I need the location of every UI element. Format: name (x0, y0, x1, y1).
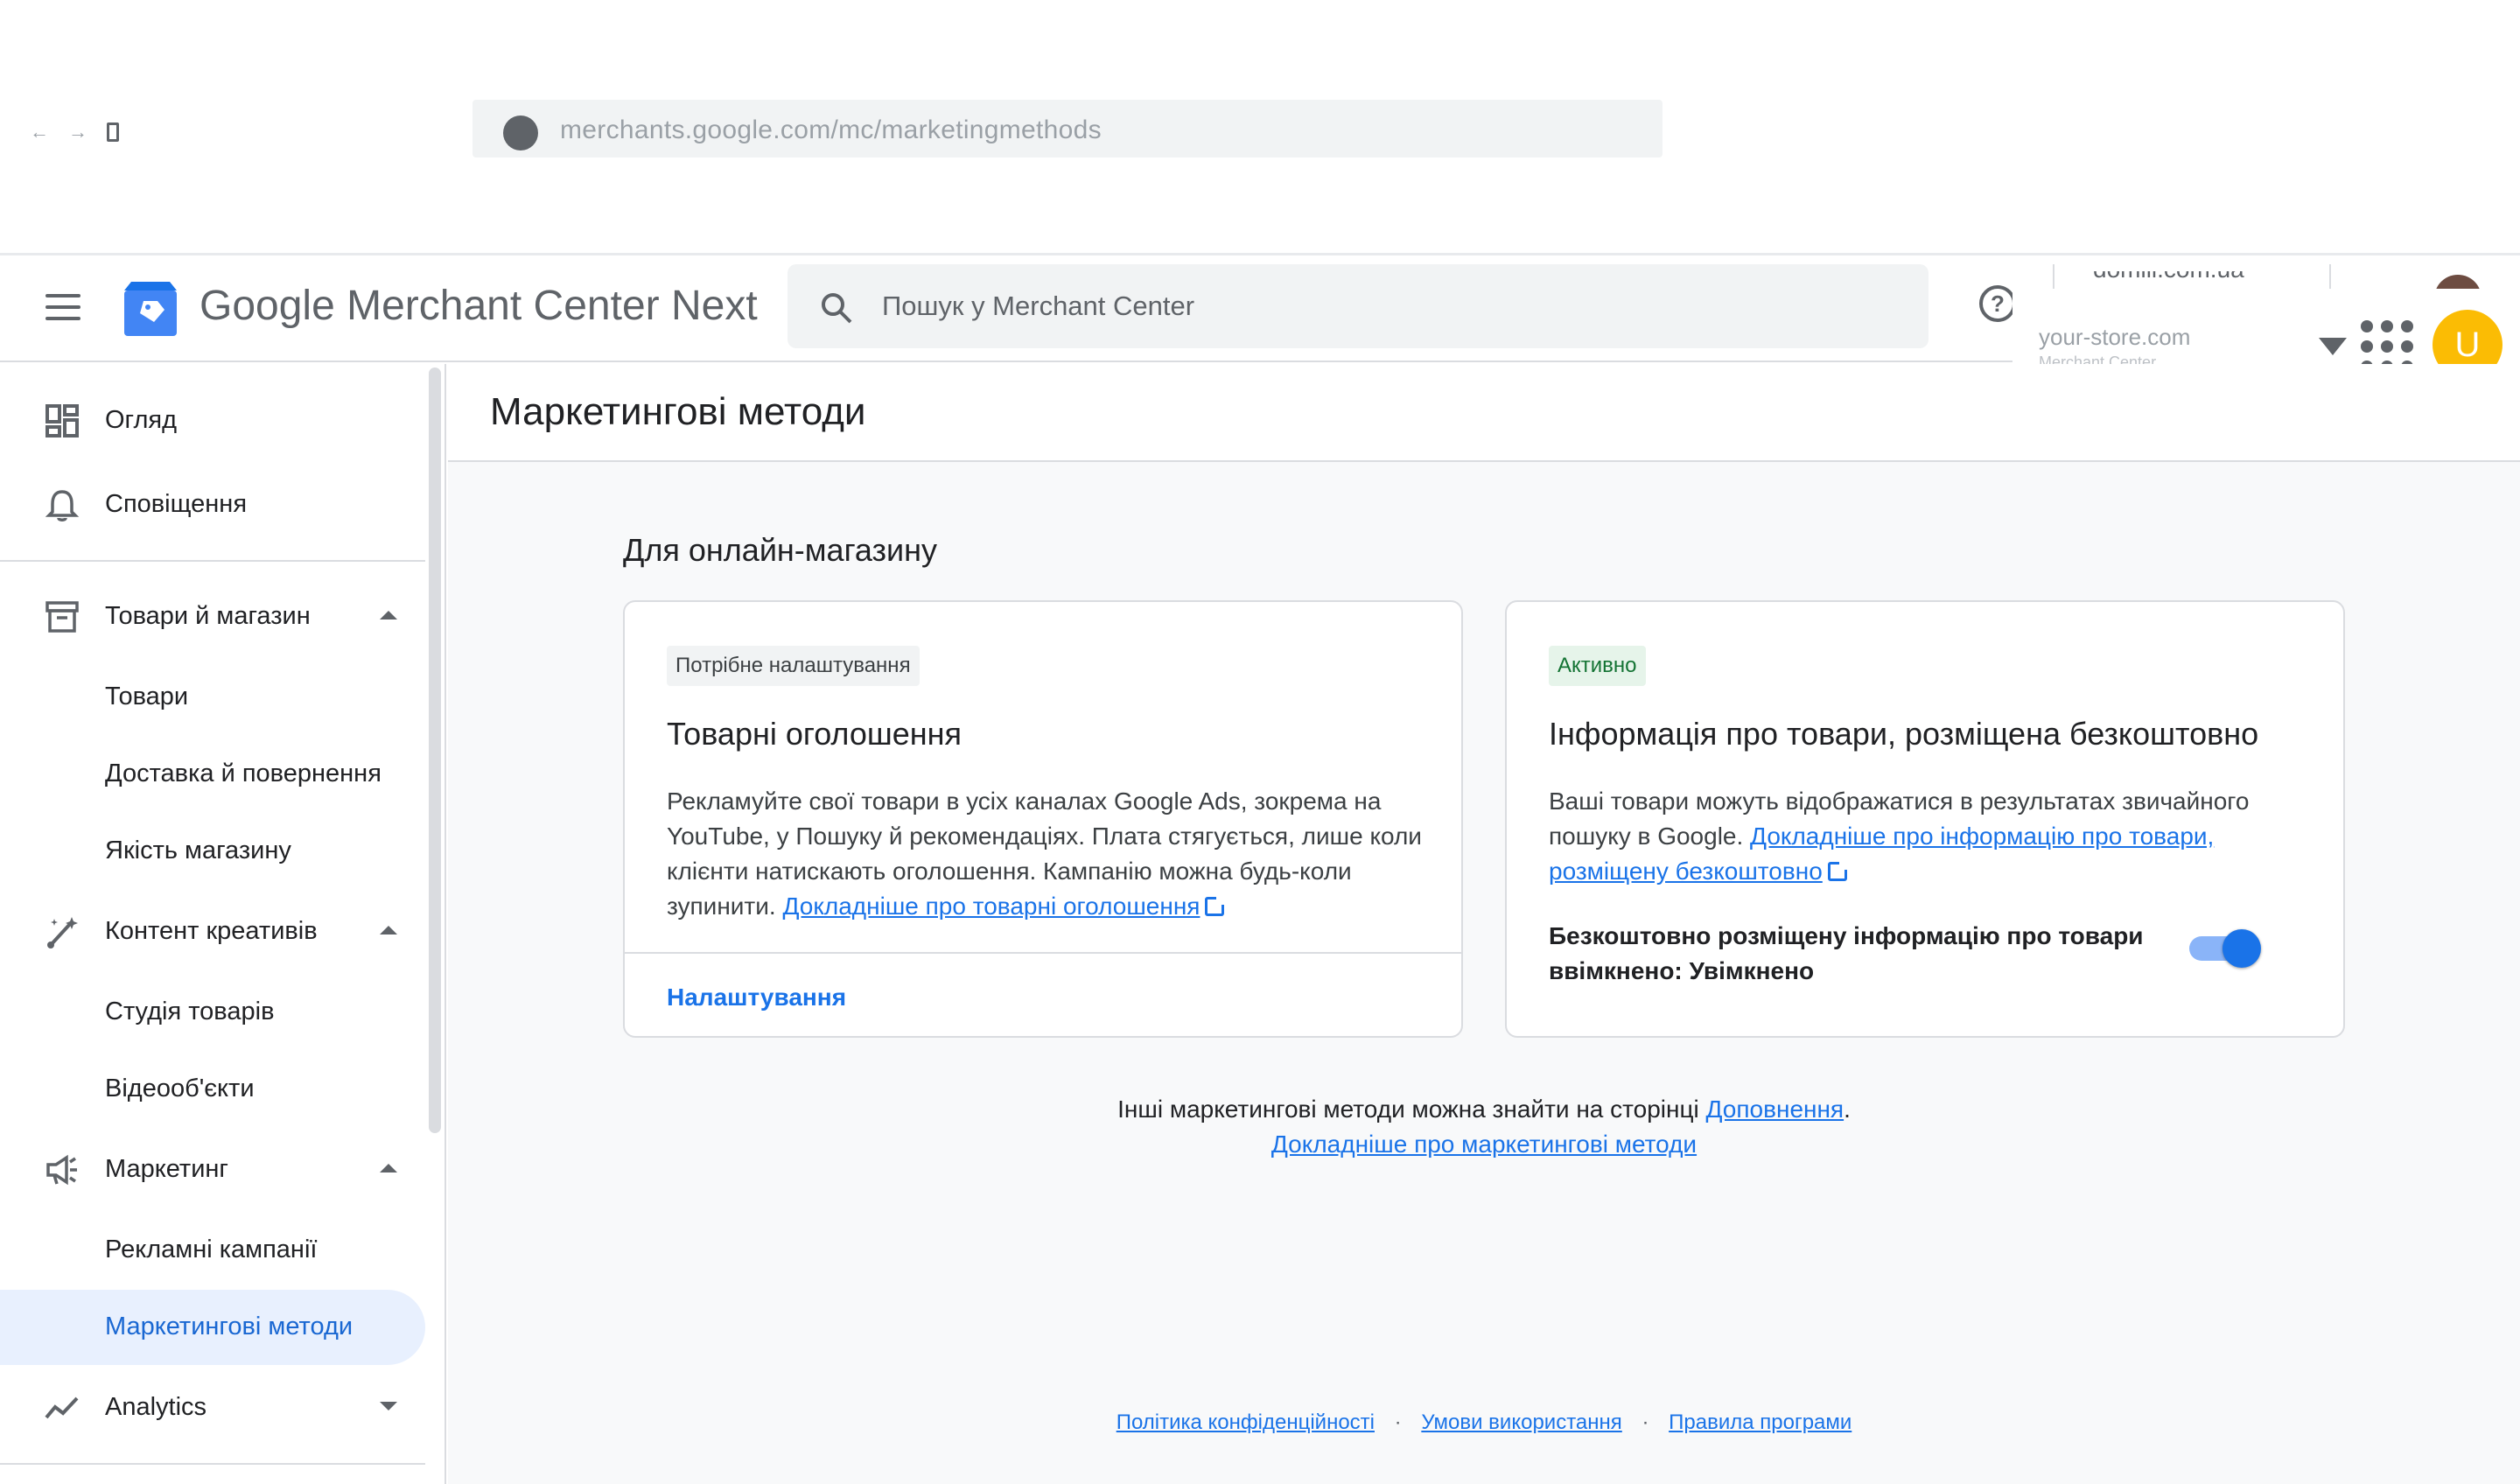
account-name: domili.com.ua (2093, 271, 2244, 284)
card-description: Ваші товари можуть відображатися в резул… (1549, 784, 2319, 889)
free-listings-toggle[interactable] (2189, 929, 2261, 968)
trending-line-icon (45, 1396, 79, 1419)
footer: Політика конфіденційності · Умови викори… (448, 1410, 2520, 1435)
section-title: Для онлайн-магазину (623, 532, 938, 568)
card-free-listings: Активно Інформація про товари, розміщена… (1505, 600, 2345, 1038)
sidebar-item-label: Доставка й повернення (105, 760, 382, 788)
dashboard-icon (46, 404, 79, 438)
page-header: Маркетингові методи (448, 364, 2520, 462)
add-ons-link[interactable]: Доповнення (1706, 1096, 1844, 1123)
help-icon[interactable]: ? (1979, 285, 2016, 322)
merchant-center-logo-icon (124, 282, 177, 336)
tab-icon[interactable] (107, 122, 119, 142)
setup-button[interactable]: Налаштування (667, 984, 846, 1012)
browser-chrome: ← → merchants.google.com/mc/marketingmet… (0, 0, 2520, 256)
sidebar: Огляд Сповіщення Товари й магазин Товари… (0, 364, 446, 1484)
sidebar-item-notifications[interactable]: Сповіщення (0, 467, 425, 542)
search-icon (822, 293, 852, 324)
bell-icon (45, 490, 80, 522)
sidebar-item-video-assets[interactable]: Відеооб'єкти (0, 1052, 425, 1127)
header-divider (2329, 264, 2331, 290)
sidebar-item-label: Якість магазину (105, 836, 291, 864)
sidebar-item-marketing[interactable]: Маркетинг (0, 1132, 425, 1208)
status-badge: Потрібне налаштування (667, 646, 920, 686)
status-badge: Активно (1549, 646, 1646, 686)
address-bar[interactable]: merchants.google.com/mc/marketingmethods (472, 100, 1662, 158)
brand-product: Merchant Center Next (346, 283, 758, 329)
sidebar-item-label: Маркетинг (105, 1155, 228, 1183)
main-content: Маркетингові методи Для онлайн-магазину … (448, 364, 2520, 1484)
footer-separator: · (1394, 1410, 1402, 1434)
other-methods-text: Інші маркетингові методи можна знайти на… (1117, 1096, 1699, 1123)
back-icon[interactable]: ← (30, 121, 49, 144)
brush-sparkle-icon (47, 917, 78, 948)
toggle-knob[interactable] (2222, 929, 2261, 968)
url-text[interactable]: merchants.google.com/mc/marketingmethods (560, 116, 1102, 145)
sidebar-item-product-studio[interactable]: Студія товарів (0, 975, 425, 1050)
learn-more-product-ads-link[interactable]: Докладніше про товарні оголошення (782, 892, 1200, 920)
card-description: Рекламуйте свої товари в усіх каналах Go… (667, 784, 1437, 924)
sidebar-item-products-store[interactable]: Товари й магазин (0, 579, 425, 654)
brand-title[interactable]: Google Merchant Center Next (200, 282, 758, 330)
chevron-up-icon[interactable] (380, 926, 397, 934)
sidebar-item-overview[interactable]: Огляд (0, 383, 425, 458)
sidebar-item-analytics[interactable]: Analytics (0, 1370, 425, 1446)
card-product-ads: Потрібне налаштування Товарні оголошення… (623, 600, 1463, 1038)
chevron-up-icon[interactable] (380, 1164, 397, 1172)
megaphone-icon (46, 1154, 77, 1186)
chevron-up-icon[interactable] (380, 611, 397, 620)
sidebar-item-shipping-returns[interactable]: Доставка й повернення (0, 737, 425, 812)
page-title: Маркетингові методи (490, 390, 866, 433)
brand-google: Google (200, 283, 335, 329)
sidebar-item-label: Огляд (105, 406, 178, 434)
sidebar-item-label: Analytics (105, 1393, 207, 1421)
sidebar-item-label: Студія товарів (105, 998, 275, 1026)
browser-nav: ← → (30, 121, 119, 144)
footer-separator: · (1642, 1410, 1649, 1434)
sidebar-item-label: Товари (105, 682, 189, 710)
sidebar-item-marketing-methods[interactable]: Маркетингові методи (0, 1290, 425, 1365)
store-name: your-store.com (2039, 324, 2191, 350)
privacy-policy-link[interactable]: Політика конфіденційності (1116, 1410, 1375, 1434)
learn-more-marketing-methods-link[interactable]: Докладніше про маркетингові методи (1271, 1130, 1697, 1158)
card-title: Товарні оголошення (667, 716, 962, 752)
sidebar-item-label: Рекламні кампанії (105, 1236, 318, 1264)
sidebar-item-label: Сповіщення (105, 490, 248, 518)
open-in-new-icon (1827, 859, 1850, 881)
menu-icon[interactable] (46, 294, 80, 320)
sidebar-item-label: Товари й магазин (105, 602, 311, 630)
sidebar-item-label: Відеооб'єкти (105, 1074, 255, 1102)
sidebar-item-label: Контент креативів (105, 917, 318, 945)
sidebar-item-ad-campaigns[interactable]: Рекламні кампанії (0, 1213, 425, 1288)
terms-of-use-link[interactable]: Умови використання (1421, 1410, 1621, 1434)
sidebar-divider (0, 1463, 425, 1465)
period: . (1844, 1096, 1851, 1123)
dropdown-arrow-icon[interactable] (2319, 338, 2347, 355)
sidebar-item-products[interactable]: Товари (0, 660, 425, 735)
program-policies-link[interactable]: Правила програми (1669, 1410, 1852, 1434)
sidebar-divider (0, 560, 425, 562)
card-divider (625, 952, 1461, 954)
sidebar-scrollbar[interactable] (429, 368, 441, 1133)
toggle-label: Безкоштовно розміщену інформацію про тов… (1549, 922, 2144, 984)
other-methods-note: Інші маркетингові методи можна знайти на… (448, 1092, 2520, 1162)
sidebar-item-creative-content[interactable]: Контент креативів (0, 894, 425, 970)
search-input[interactable]: Пошук у Merchant Center (882, 290, 1194, 322)
search-bar[interactable]: Пошук у Merchant Center (788, 264, 1928, 348)
open-in-new-icon (1205, 894, 1228, 916)
forward-icon[interactable]: → (68, 121, 88, 144)
chevron-down-icon[interactable] (380, 1402, 397, 1410)
archive-icon (46, 601, 79, 633)
sidebar-item-store-quality[interactable]: Якість магазину (0, 814, 425, 889)
sidebar-item-label: Маркетингові методи (105, 1312, 354, 1340)
card-title: Інформація про товари, розміщена безкошт… (1549, 716, 2259, 752)
site-info-icon[interactable] (503, 116, 538, 150)
